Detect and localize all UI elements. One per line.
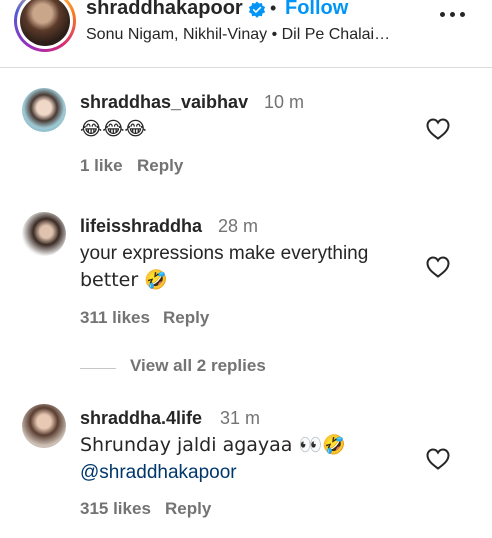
commenter-avatar[interactable] (22, 212, 66, 256)
heart-icon[interactable] (426, 448, 450, 470)
view-replies-divider (80, 368, 116, 369)
post-header: shraddhakapoor • Follow Sonu Nigam, Nikh… (0, 0, 492, 68)
comment-username[interactable]: shraddha.4life (80, 408, 202, 429)
comment-username[interactable]: shraddhas_vaibhav (80, 92, 248, 113)
comment-text: Shrunday jaldi agayaa 👀🤣 (80, 434, 346, 456)
heart-icon[interactable] (426, 118, 450, 140)
comment-timestamp: 10 m (264, 92, 305, 112)
author-avatar[interactable] (14, 0, 76, 52)
comment-timestamp: 31 m (220, 408, 261, 428)
more-options-icon[interactable] (440, 12, 466, 20)
comment-username[interactable]: lifeisshraddha (80, 216, 202, 237)
header-separator: • (270, 0, 277, 18)
comment-text-line-2: better 🤣 (80, 269, 168, 291)
heart-icon[interactable] (426, 256, 450, 278)
comment-timestamp: 28 m (218, 216, 259, 236)
commenter-avatar[interactable] (22, 404, 66, 448)
comment-likes[interactable]: 311 likes (80, 308, 150, 328)
reply-button[interactable]: Reply (165, 499, 211, 519)
audio-track-link[interactable]: Sonu Nigam, Nikhil-Vinay • Dil Pe Chalai… (86, 26, 390, 44)
reply-button[interactable]: Reply (137, 156, 183, 176)
comment-text: 😂😂😂 (80, 118, 147, 140)
comment-likes[interactable]: 1 like (80, 156, 123, 176)
view-replies-button[interactable]: View all 2 replies (130, 356, 266, 376)
comment-text-line-1: your expressions make everything (80, 243, 369, 264)
comment-likes[interactable]: 315 likes (80, 499, 151, 519)
reply-button[interactable]: Reply (163, 308, 209, 328)
follow-button[interactable]: Follow (285, 0, 348, 20)
comment-mention-link[interactable]: @shraddhakapoor (80, 459, 237, 486)
commenter-avatar[interactable] (22, 88, 66, 132)
author-username[interactable]: shraddhakapoor (86, 0, 243, 20)
verified-badge-icon (248, 1, 266, 18)
